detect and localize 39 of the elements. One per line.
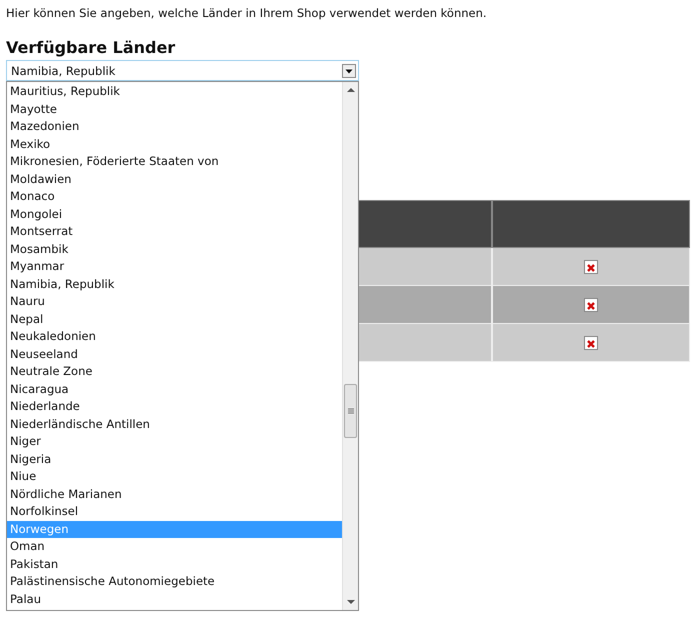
dropdown-option[interactable]: Mayotte [7, 100, 342, 118]
dropdown-option[interactable]: Montserrat [7, 223, 342, 240]
section-heading: Verfügbare Länder [6, 37, 176, 57]
dropdown-option[interactable]: Nepal [7, 310, 342, 328]
dropdown-option[interactable]: Palästinensische Autonomiegebiete [7, 573, 342, 590]
dropdown-option[interactable]: Moldawien [7, 170, 342, 188]
dropdown-option[interactable]: Norfolkinsel [7, 503, 342, 520]
dropdown-option[interactable]: Myanmar [7, 258, 342, 276]
dropdown-option[interactable]: Niger [7, 433, 342, 450]
delete-icon[interactable] [584, 336, 598, 350]
dropdown-option[interactable]: Neukaledonien [7, 328, 342, 346]
dropdown-option[interactable]: Nigeria [7, 450, 342, 468]
scroll-up-icon[interactable] [346, 87, 354, 92]
delete-icon[interactable] [584, 260, 598, 274]
dropdown-option[interactable]: Mosambik [7, 240, 342, 258]
dropdown-option[interactable]: Oman [7, 538, 342, 556]
dropdown-option[interactable]: Niederländische Antillen [7, 416, 342, 433]
dropdown-option[interactable]: Nicaragua [7, 380, 342, 398]
delete-icon[interactable] [584, 298, 598, 312]
scrollbar[interactable] [342, 82, 358, 610]
dropdown-option[interactable]: Palau [7, 590, 342, 608]
dropdown-option[interactable]: Mongolei [7, 206, 342, 223]
dropdown-option[interactable]: Mauritius, Republik [7, 83, 342, 100]
scroll-thumb[interactable] [344, 384, 357, 438]
dropdown-option[interactable]: Niue [7, 468, 342, 486]
dropdown-option[interactable]: Nauru [7, 293, 342, 310]
dropdown-option[interactable]: Pakistan [7, 556, 342, 573]
dropdown-option[interactable]: Namibia, Republik [7, 276, 342, 293]
dropdown-option[interactable]: Neutrale Zone [7, 363, 342, 380]
intro-text: Hier können Sie angeben, welche Länder in Ihrem Shop verwendet werden können. [6, 5, 488, 20]
scroll-down-icon[interactable] [346, 600, 354, 605]
dropdown-option[interactable]: Mazedonien [7, 118, 342, 136]
dropdown-option[interactable]: Monaco [7, 188, 342, 206]
dropdown-option[interactable]: Nördliche Marianen [7, 486, 342, 503]
dropdown-option[interactable]: Neuseeland [7, 346, 342, 363]
country-select[interactable]: Namibia, Republik [6, 60, 359, 81]
dropdown-option[interactable]: Niederlande [7, 398, 342, 416]
dropdown-option[interactable]: Mikronesien, Föderierte Staaten von [7, 153, 342, 170]
dropdown-option[interactable]: Mexiko [7, 136, 342, 153]
